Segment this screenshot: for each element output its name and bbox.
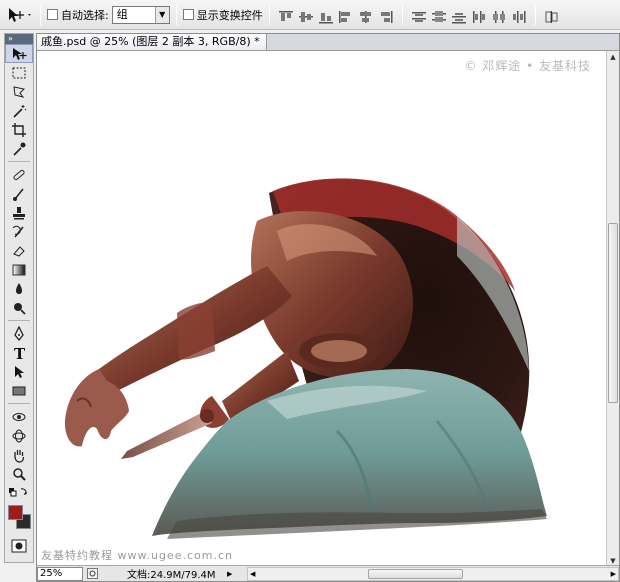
pen-tool-icon[interactable] [5,324,33,343]
document-size-readout: 文档:24.9M/79.4M [127,570,216,581]
tutorial-watermark: 友基特约教程 www.ugee.com.cn [41,549,233,562]
crop-tool-icon[interactable] [5,120,33,139]
options-separator [268,4,270,25]
healing-brush-tool-icon[interactable] [5,165,33,184]
scroll-right-icon[interactable]: ▶ [611,568,616,580]
eyedropper-tool-icon[interactable] [5,139,33,158]
3d-orbit-tool-icon[interactable] [5,426,33,445]
move-tool-preset-icon[interactable] [6,5,34,25]
align-bottom-icon[interactable] [317,6,335,24]
document-tab-title: 戚鱼.psd @ 25% (图层 2 副本 3, RGB/8) * [41,35,260,48]
options-separator [175,4,177,25]
svg-text:T: T [14,345,26,361]
zoom-tool-icon[interactable] [5,464,33,483]
align-vertical-center-icon[interactable] [297,6,315,24]
vertical-scrollbar[interactable]: ▲ ▼ [606,51,619,567]
path-selection-tool-icon[interactable] [5,362,33,381]
eraser-tool-icon[interactable] [5,241,33,260]
scroll-left-icon[interactable]: ◀ [250,568,255,580]
canvas[interactable]: © 邓辉途 • 友基科技 友基特约教程 www.ugee.com.cn [37,51,607,567]
auto-select-value: 组 [116,7,128,21]
options-separator [40,4,41,25]
toolbox-separator [8,320,30,321]
quick-mask-icon[interactable] [5,536,33,555]
toolbox-separator [8,403,30,404]
show-transform-checkbox[interactable] [182,9,194,20]
auto-align-layers-icon[interactable] [543,6,561,24]
toolbox: » T [4,33,34,563]
auto-select-dropdown[interactable]: 组 ▼ [111,5,170,24]
polygonal-lasso-tool-icon[interactable] [5,82,33,101]
options-separator [534,4,536,25]
artwork-illustration [64,178,547,539]
status-bar: 25% 文档:24.9M/79.4M ▶ ◀ ▶ [37,565,619,581]
default-colors-icon[interactable] [5,483,33,502]
chevron-down-icon[interactable]: ▼ [154,6,169,23]
move-tool-icon[interactable] [5,44,33,63]
align-left-icon[interactable] [337,6,355,24]
distribute-right-icon[interactable] [510,6,528,24]
zoom-level-field[interactable]: 25% [37,566,83,581]
align-right-icon[interactable] [377,6,395,24]
tab-bar-background [267,34,619,51]
foreground-color-swatch[interactable] [8,505,23,520]
rectangular-marquee-tool-icon[interactable] [5,63,33,82]
magic-wand-tool-icon[interactable] [5,101,33,120]
brush-tool-icon[interactable] [5,184,33,203]
document-tab[interactable]: 戚鱼.psd @ 25% (图层 2 副本 3, RGB/8) * × [37,34,280,51]
3d-rotate-tool-icon[interactable] [5,407,33,426]
options-bar: 自动选择: 组 ▼ 显示变换控件 [0,0,620,30]
auto-select-label: 自动选择: [61,8,109,22]
clone-stamp-tool-icon[interactable] [5,203,33,222]
distribute-vertical-center-icon[interactable] [430,6,448,24]
options-separator [401,4,403,25]
scroll-up-icon[interactable]: ▲ [607,51,619,63]
align-top-icon[interactable] [277,6,295,24]
toolbox-grip[interactable]: » [5,34,33,44]
document-window: 戚鱼.psd @ 25% (图层 2 副本 3, RGB/8) * × © 邓辉… [36,33,620,582]
status-menu-arrow-icon[interactable]: ▶ [227,570,237,578]
color-swatches[interactable] [5,502,33,532]
rectangle-shape-tool-icon[interactable] [5,381,33,400]
distribute-bottom-icon[interactable] [450,6,468,24]
distribute-horizontal-center-icon[interactable] [490,6,508,24]
toolbox-separator [8,161,30,162]
type-tool-icon[interactable]: T [5,343,33,362]
history-brush-tool-icon[interactable] [5,222,33,241]
distribute-top-icon[interactable] [410,6,428,24]
dodge-tool-icon[interactable] [5,298,33,317]
horizontal-scrollbar[interactable]: ◀ ▶ [247,566,619,581]
vertical-scroll-thumb[interactable] [608,223,618,403]
hand-tool-icon[interactable] [5,445,33,464]
horizontal-scroll-thumb[interactable] [368,568,463,579]
auto-select-checkbox[interactable] [47,9,58,20]
status-info-icon[interactable] [85,567,99,581]
show-transform-label: 显示变换控件 [196,8,263,22]
align-horizontal-center-icon[interactable] [357,6,375,24]
gradient-tool-icon[interactable] [5,260,33,279]
blur-tool-icon[interactable] [5,279,33,298]
distribute-left-icon[interactable] [470,6,488,24]
